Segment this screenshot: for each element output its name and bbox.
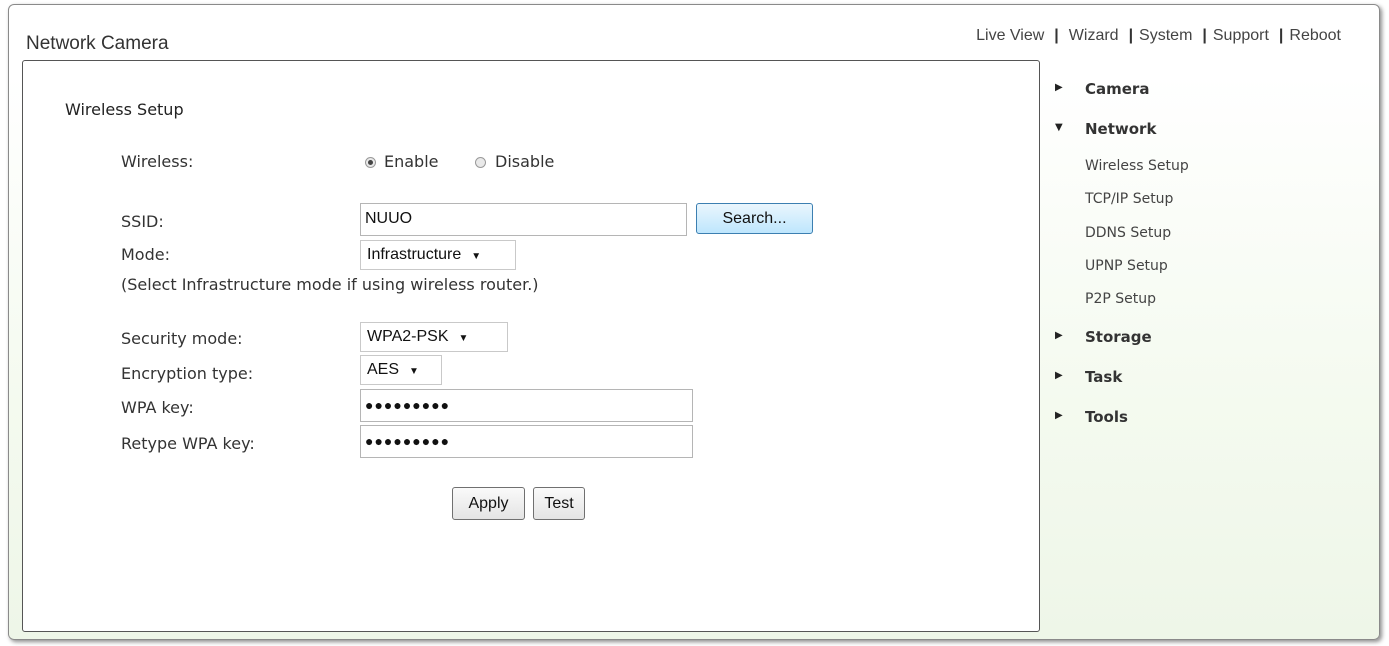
security-mode-value: WPA2-PSK: [367, 328, 449, 345]
wireless-enable-radio[interactable]: [365, 157, 376, 168]
mode-note: (Select Infrastructure mode if using wir…: [121, 275, 539, 294]
ssid-label: SSID:: [121, 212, 164, 231]
encryption-type-value: AES: [367, 361, 400, 378]
security-mode-select[interactable]: WPA2-PSK ▼: [360, 322, 508, 352]
nav-separator: |: [1202, 27, 1207, 44]
wpa-key-input[interactable]: ●●●●●●●●●: [360, 389, 693, 422]
caret-right-icon: ▶: [1055, 82, 1063, 93]
sidebar-item-tools[interactable]: Tools: [1085, 408, 1128, 426]
caret-right-icon: ▶: [1055, 330, 1063, 341]
encryption-type-select[interactable]: AES ▼: [360, 355, 442, 385]
sidebar-item-storage[interactable]: Storage: [1085, 328, 1152, 346]
app-title: Network Camera: [26, 33, 169, 54]
wireless-label: Wireless:: [121, 152, 194, 171]
nav-separator: |: [1278, 27, 1284, 44]
nav-reboot[interactable]: Reboot: [1289, 27, 1341, 45]
chevron-down-icon: ▼: [471, 251, 482, 262]
apply-button[interactable]: Apply: [452, 487, 525, 520]
sidebar-item-network[interactable]: Network: [1085, 120, 1156, 138]
retype-wpa-key-label: Retype WPA key:: [121, 434, 255, 453]
sidebar-item-upnp-setup[interactable]: UPNP Setup: [1085, 258, 1168, 274]
wpa-key-label: WPA key:: [121, 398, 194, 417]
search-button[interactable]: Search...: [696, 203, 813, 234]
test-button[interactable]: Test: [533, 487, 585, 520]
sidebar-item-tcpip-setup[interactable]: TCP/IP Setup: [1085, 191, 1173, 207]
top-navigation: Live View | Wizard | System | Support | …: [976, 27, 1341, 45]
sidebar-item-wireless-setup[interactable]: Wireless Setup: [1085, 158, 1189, 174]
nav-separator: |: [1128, 27, 1134, 44]
nav-wizard[interactable]: Wizard: [1069, 27, 1119, 45]
sidebar-item-ddns-setup[interactable]: DDNS Setup: [1085, 225, 1171, 241]
sidebar-item-camera[interactable]: Camera: [1085, 80, 1149, 98]
sidebar-item-task[interactable]: Task: [1085, 368, 1122, 386]
section-title: Wireless Setup: [65, 100, 184, 119]
caret-right-icon: ▶: [1055, 410, 1063, 421]
nav-system[interactable]: System: [1139, 27, 1192, 45]
sidebar-item-p2p-setup[interactable]: P2P Setup: [1085, 291, 1156, 307]
ssid-input[interactable]: NUUO: [360, 203, 687, 236]
wireless-enable-label: Enable: [384, 152, 439, 171]
nav-live-view[interactable]: Live View: [976, 27, 1044, 45]
caret-right-icon: ▶: [1055, 370, 1063, 381]
wireless-disable-radio[interactable]: [475, 157, 486, 168]
retype-wpa-key-input[interactable]: ●●●●●●●●●: [360, 425, 693, 458]
caret-down-icon: ▼: [1055, 122, 1063, 133]
security-mode-label: Security mode:: [121, 329, 243, 348]
mode-select[interactable]: Infrastructure ▼: [360, 240, 516, 270]
encryption-type-label: Encryption type:: [121, 364, 254, 383]
wireless-disable-label: Disable: [495, 152, 555, 171]
chevron-down-icon: ▼: [409, 366, 419, 377]
mode-label: Mode:: [121, 245, 170, 264]
mode-select-value: Infrastructure: [367, 246, 462, 263]
nav-support[interactable]: Support: [1213, 27, 1269, 45]
nav-separator: |: [1054, 27, 1059, 44]
chevron-down-icon: ▼: [458, 333, 469, 344]
